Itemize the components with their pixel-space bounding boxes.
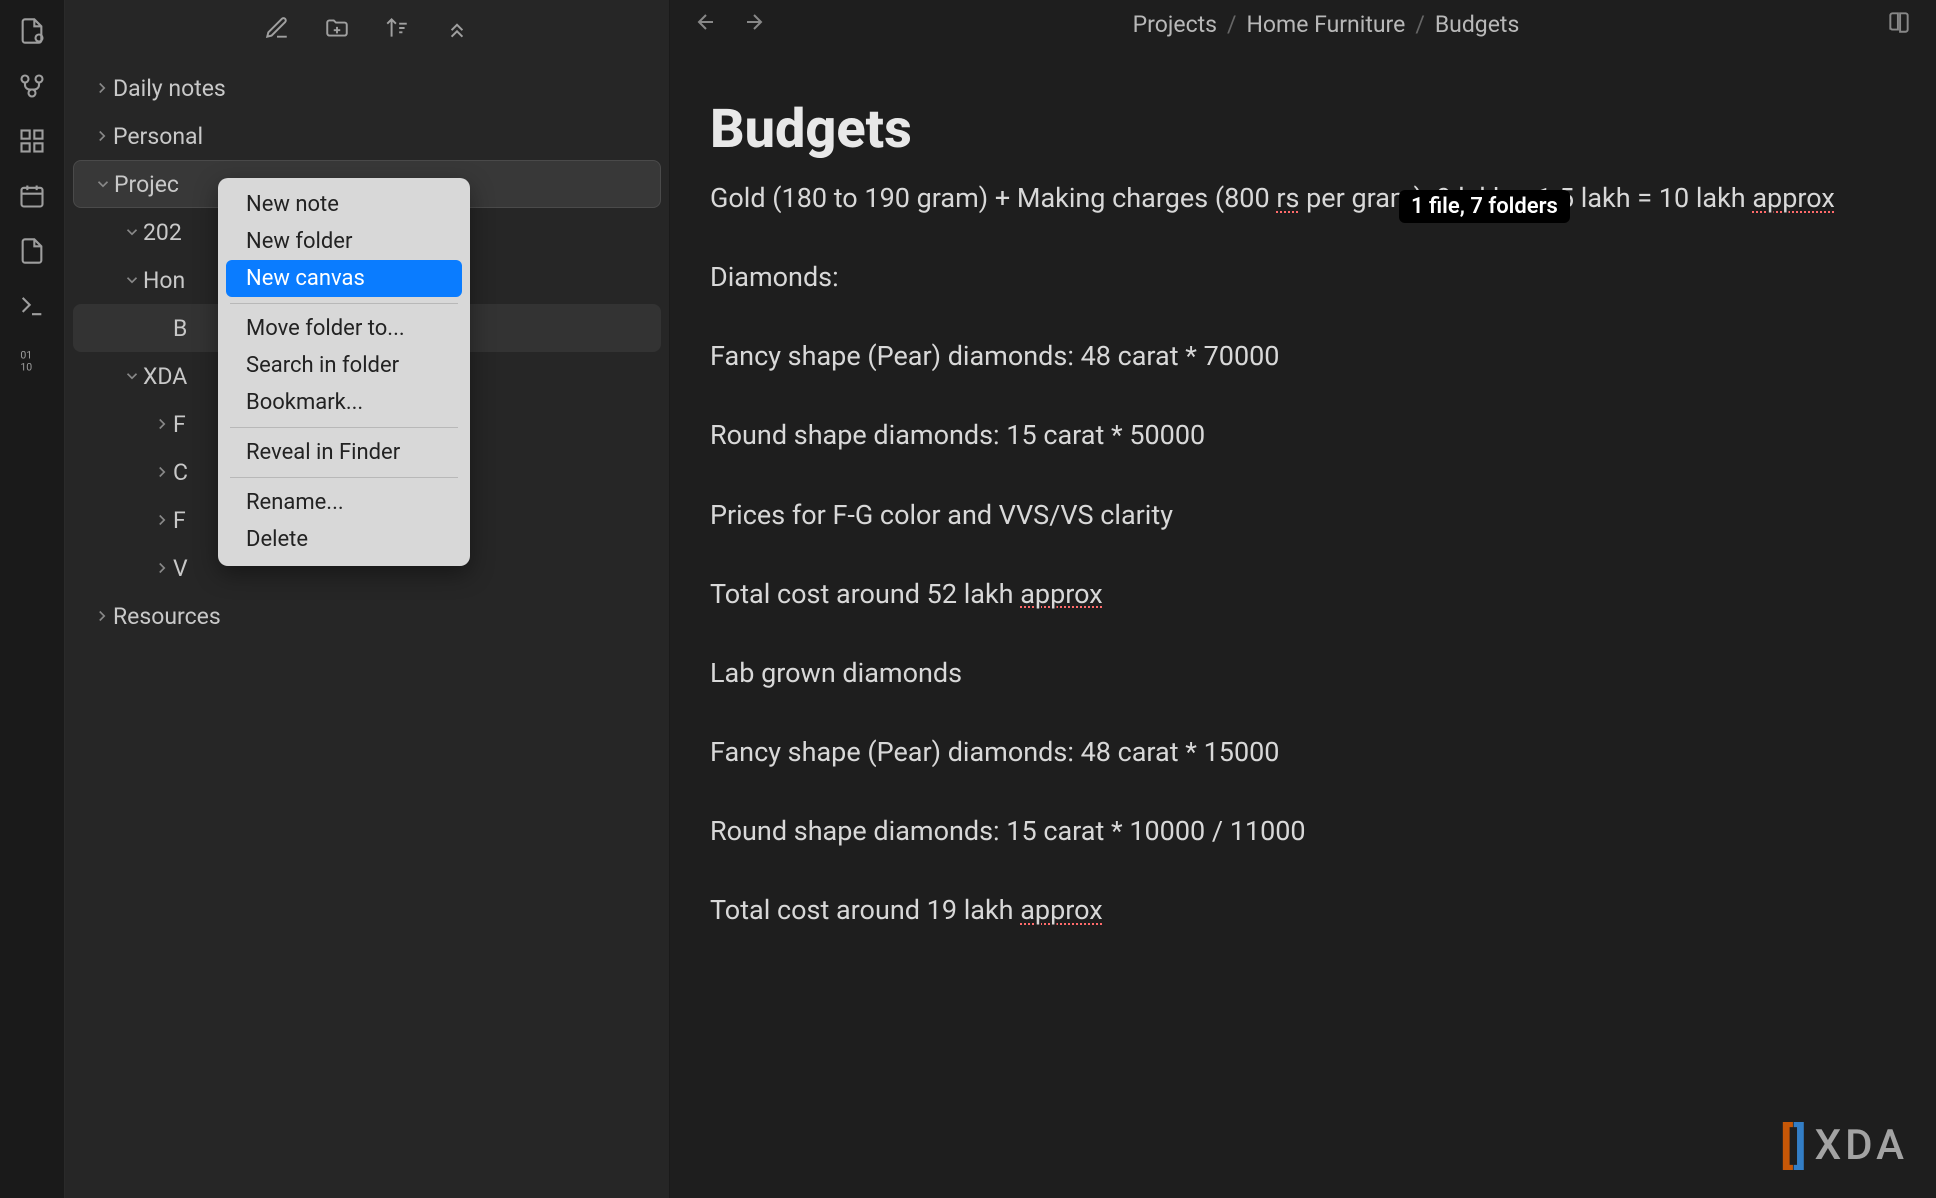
grid-icon[interactable] bbox=[17, 126, 47, 156]
binary-icon[interactable]: 0110 bbox=[17, 346, 47, 376]
tree-item-label: F bbox=[173, 411, 186, 438]
tree-item-label: XDA bbox=[143, 363, 187, 390]
calendar-icon[interactable] bbox=[17, 181, 47, 211]
note-paragraph[interactable]: Prices for F-G color and VVS/VS clarity bbox=[710, 496, 1896, 535]
tree-item[interactable]: Resources bbox=[73, 592, 661, 640]
new-folder-icon[interactable] bbox=[323, 14, 351, 42]
reading-view-icon[interactable] bbox=[1886, 9, 1912, 39]
main-area: Projects / Home Furniture / Budgets Budg… bbox=[670, 0, 1936, 1198]
menu-separator bbox=[230, 303, 458, 304]
git-icon[interactable] bbox=[17, 71, 47, 101]
chevron-right-icon[interactable] bbox=[91, 79, 113, 97]
menu-separator bbox=[230, 477, 458, 478]
sort-icon[interactable] bbox=[383, 14, 411, 42]
menu-separator bbox=[230, 427, 458, 428]
left-rail: 0110 bbox=[0, 0, 65, 1198]
note-paragraph[interactable]: Round shape diamonds: 15 carat * 10000 /… bbox=[710, 812, 1896, 851]
nav-forward-icon[interactable] bbox=[742, 10, 766, 38]
new-note-icon[interactable] bbox=[263, 14, 291, 42]
file-icon[interactable] bbox=[17, 16, 47, 46]
menu-item[interactable]: Move folder to... bbox=[226, 310, 462, 347]
menu-item[interactable]: New note bbox=[226, 186, 462, 223]
tree-item-label: Daily notes bbox=[113, 75, 226, 102]
folder-info-tooltip: 1 file, 7 folders bbox=[1399, 190, 1570, 223]
note-paragraph[interactable]: Round shape diamonds: 15 carat * 50000 bbox=[710, 416, 1896, 455]
tree-item-label: B bbox=[173, 315, 187, 342]
breadcrumb-part[interactable]: Projects bbox=[1133, 11, 1217, 38]
note-paragraph[interactable]: Gold (180 to 190 gram) + Making charges … bbox=[710, 179, 1896, 218]
breadcrumb-sep: / bbox=[1415, 11, 1425, 38]
chevron-right-icon[interactable] bbox=[151, 511, 173, 529]
document-icon[interactable] bbox=[17, 236, 47, 266]
collapse-icon[interactable] bbox=[443, 14, 471, 42]
chevron-right-icon[interactable] bbox=[151, 415, 173, 433]
menu-item[interactable]: Delete bbox=[226, 521, 462, 558]
menu-item[interactable]: New canvas bbox=[226, 260, 462, 297]
note-paragraph[interactable]: Fancy shape (Pear) diamonds: 48 carat * … bbox=[710, 733, 1896, 772]
note-paragraph[interactable]: Fancy shape (Pear) diamonds: 48 carat * … bbox=[710, 337, 1896, 376]
chevron-right-icon[interactable] bbox=[91, 607, 113, 625]
menu-item[interactable]: Reveal in Finder bbox=[226, 434, 462, 471]
chevron-right-icon[interactable] bbox=[91, 127, 113, 145]
chevron-down-icon[interactable] bbox=[121, 271, 143, 289]
tree-item-label: Personal bbox=[113, 123, 203, 150]
tree-item[interactable]: Daily notes bbox=[73, 64, 661, 112]
chevron-down-icon[interactable] bbox=[121, 223, 143, 241]
chevron-down-icon[interactable] bbox=[92, 175, 114, 193]
tree-item-label: 202 bbox=[143, 219, 182, 246]
xda-watermark: [] XDA bbox=[1780, 1117, 1908, 1174]
terminal-icon[interactable] bbox=[17, 291, 47, 321]
note-paragraph[interactable]: Diamonds: bbox=[710, 258, 1896, 297]
note-paragraph[interactable]: Lab grown diamonds bbox=[710, 654, 1896, 693]
tree-item-label: C bbox=[173, 459, 188, 486]
note-body[interactable]: Gold (180 to 190 gram) + Making charges … bbox=[710, 179, 1896, 930]
tree-item[interactable]: Personal bbox=[73, 112, 661, 160]
breadcrumb-part[interactable]: Budgets bbox=[1435, 11, 1520, 38]
menu-item[interactable]: New folder bbox=[226, 223, 462, 260]
tree-item-label: F bbox=[173, 507, 186, 534]
chevron-right-icon[interactable] bbox=[151, 463, 173, 481]
tree-item-label: Resources bbox=[113, 603, 221, 630]
menu-item[interactable]: Search in folder bbox=[226, 347, 462, 384]
sidebar-toolbar bbox=[65, 0, 669, 56]
chevron-down-icon[interactable] bbox=[121, 367, 143, 385]
tree-item-label: Projec bbox=[114, 171, 179, 198]
nav-back-icon[interactable] bbox=[694, 10, 718, 38]
note-paragraph[interactable]: Total cost around 19 lakh approx bbox=[710, 891, 1896, 930]
note-paragraph[interactable]: Total cost around 52 lakh approx bbox=[710, 575, 1896, 614]
menu-item[interactable]: Bookmark... bbox=[226, 384, 462, 421]
main-header: Projects / Home Furniture / Budgets bbox=[670, 0, 1936, 48]
breadcrumb: Projects / Home Furniture / Budgets bbox=[766, 11, 1886, 38]
context-menu: New noteNew folderNew canvas Move folder … bbox=[218, 178, 470, 566]
breadcrumb-part[interactable]: Home Furniture bbox=[1247, 11, 1406, 38]
tree-item-label: Hon bbox=[143, 267, 185, 294]
tree-item-label: V bbox=[173, 555, 188, 582]
chevron-right-icon[interactable] bbox=[151, 559, 173, 577]
svg-text:10: 10 bbox=[20, 360, 32, 373]
note-content: Budgets Gold (180 to 190 gram) + Making … bbox=[670, 48, 1936, 970]
menu-item[interactable]: Rename... bbox=[226, 484, 462, 521]
note-title[interactable]: Budgets bbox=[710, 98, 1896, 161]
breadcrumb-sep: / bbox=[1227, 11, 1237, 38]
